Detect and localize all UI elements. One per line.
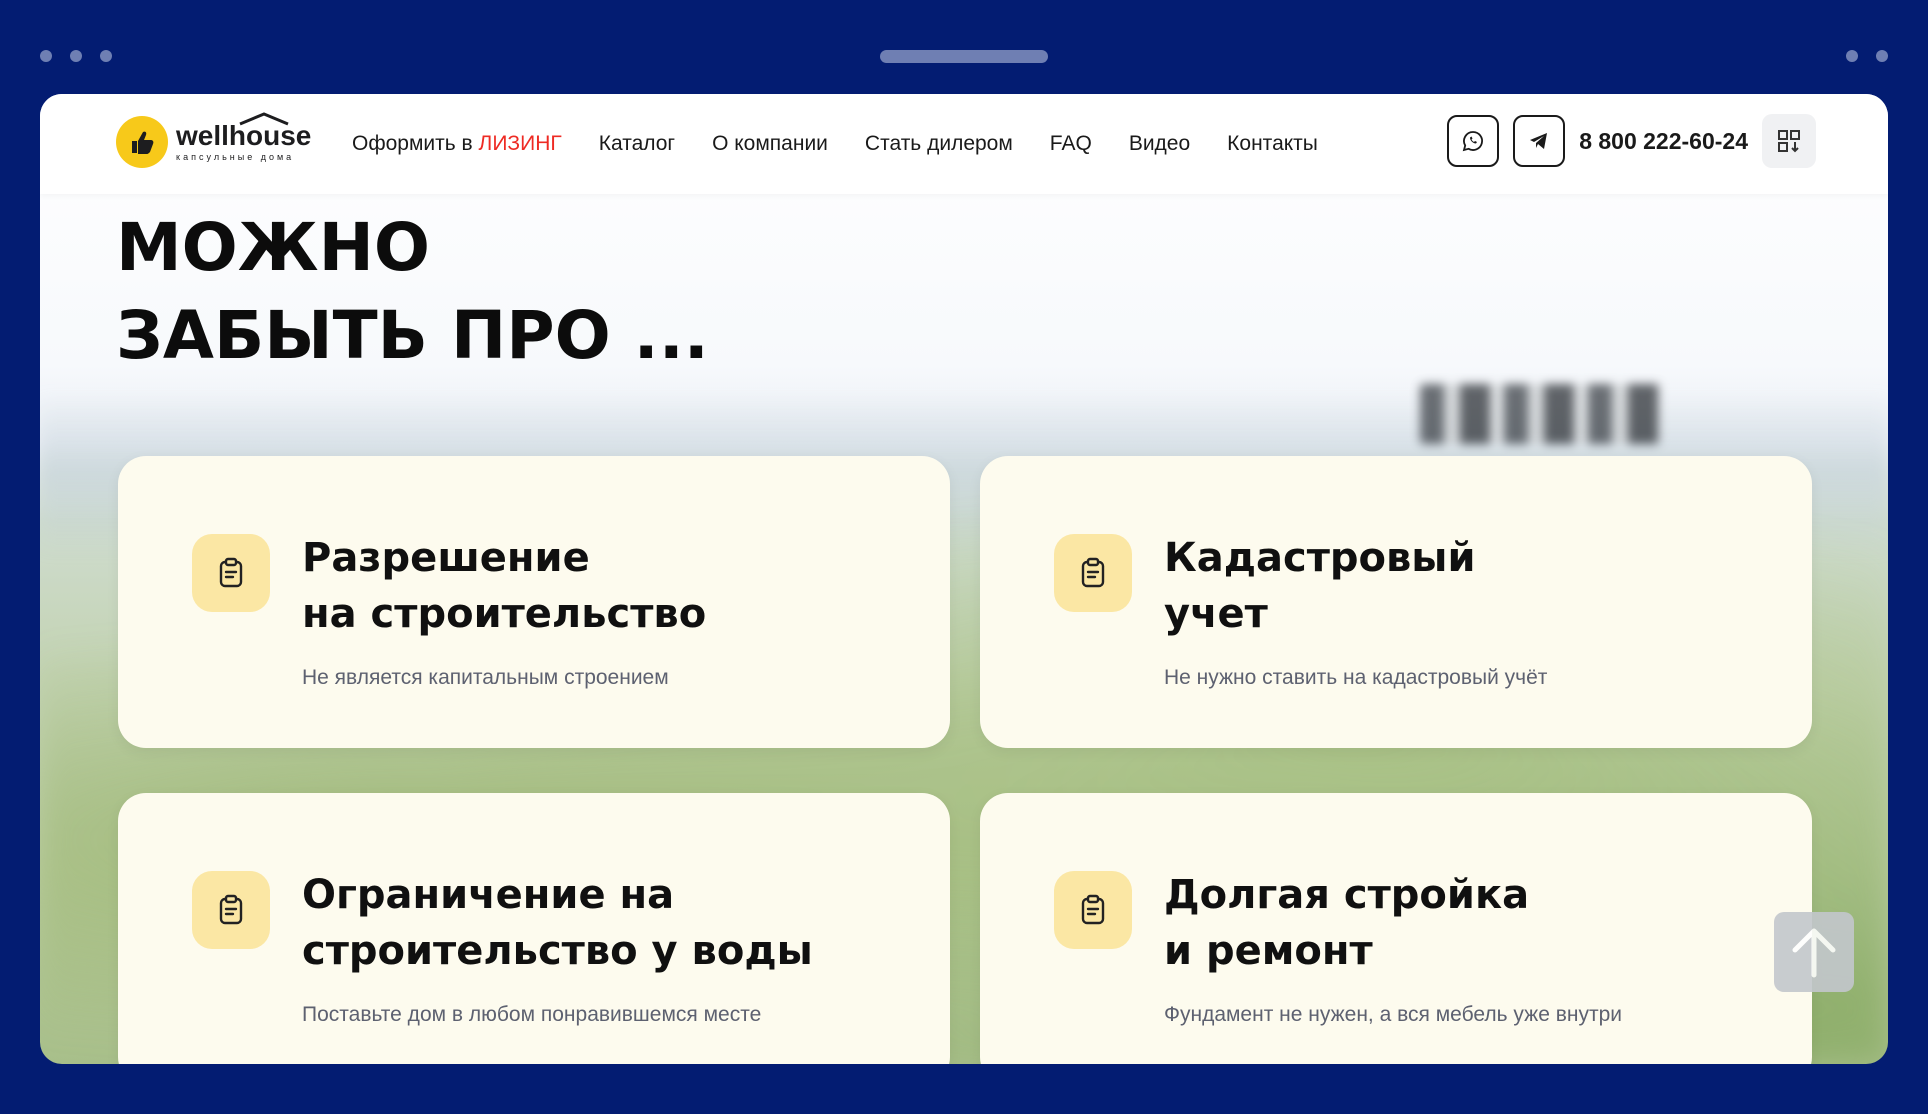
hero-line-2: ЗАБЫТЬ ПРО ...	[116, 297, 709, 374]
card-subtitle: Поставьте дом в любом понравившемся мест…	[302, 1003, 762, 1026]
nav-leasing-prefix: Оформить в	[352, 132, 473, 155]
address-bar	[880, 50, 1048, 63]
clipboard-icon	[192, 871, 270, 949]
clipboard-icon	[1054, 534, 1132, 612]
phone-number[interactable]: 8 800 222-60-24	[1579, 128, 1748, 155]
nav-catalog[interactable]: Каталог	[599, 132, 675, 156]
logo-subtitle: капсульные дома	[176, 152, 295, 162]
logo[interactable]: wellhouse капсульные дома	[116, 112, 311, 168]
browser-window: wellhouse капсульные дома Оформить в ЛИЗ…	[40, 94, 1888, 1064]
nav-faq[interactable]: FAQ	[1050, 132, 1092, 156]
roof-icon	[239, 112, 289, 126]
contact-block: 8 800 222-60-24	[1447, 114, 1816, 168]
telegram-icon	[1530, 133, 1548, 149]
hero-line-1: МОЖНО	[116, 209, 430, 286]
qr-code-button[interactable]	[1762, 114, 1816, 168]
card-subtitle: Фундамент не нужен, а вся мебель уже вну…	[1164, 1003, 1623, 1026]
thumbs-up-icon	[116, 116, 168, 168]
site-header: wellhouse капсульные дома Оформить в ЛИЗ…	[40, 94, 1888, 194]
arrow-up-icon	[1792, 928, 1836, 978]
window-dot	[40, 50, 52, 62]
clipboard-icon	[192, 534, 270, 612]
whatsapp-button[interactable]	[1447, 115, 1500, 167]
nav-leasing-accent: ЛИЗИНГ	[478, 132, 562, 155]
feature-card: Кадастровый учет Не нужно ставить на кад…	[980, 456, 1812, 748]
nav-dealer[interactable]: Стать дилером	[865, 132, 1013, 156]
nav-contacts[interactable]: Контакты	[1227, 132, 1318, 156]
window-controls-right	[1846, 50, 1888, 62]
qr-code-icon	[1778, 130, 1800, 153]
card-title: Ограничение на строительство у воды	[302, 872, 813, 974]
window-dot	[70, 50, 82, 62]
clipboard-icon	[1054, 871, 1132, 949]
window-dot	[100, 50, 112, 62]
main-nav: Оформить в ЛИЗИНГ Каталог О компании Ста…	[352, 94, 1355, 194]
card-title: Долгая стройка и ремонт	[1164, 872, 1530, 974]
nav-leasing[interactable]: Оформить в ЛИЗИНГ	[352, 132, 562, 156]
window-dot	[1876, 50, 1888, 62]
card-title: Разрешение на строительство	[302, 535, 707, 637]
card-subtitle: Не является капитальным строением	[302, 666, 669, 689]
card-subtitle: Не нужно ставить на кадастровый учёт	[1164, 666, 1548, 689]
feature-card: Разрешение на строительство Не является …	[118, 456, 950, 748]
window-controls-left	[40, 50, 112, 62]
telegram-button[interactable]	[1513, 115, 1566, 167]
feature-card: Ограничение на строительство у воды Пост…	[118, 793, 950, 1064]
whatsapp-icon	[1462, 131, 1484, 152]
hero-headline: МОЖНО ЗАБЫТЬ ПРО ...	[116, 204, 709, 380]
feature-card: Долгая стройка и ремонт Фундамент не нуж…	[980, 793, 1812, 1064]
card-title: Кадастровый учет	[1164, 535, 1476, 637]
window-dot	[1846, 50, 1858, 62]
nav-video[interactable]: Видео	[1129, 132, 1190, 156]
scroll-to-top-button[interactable]	[1774, 912, 1854, 992]
nav-about[interactable]: О компании	[712, 132, 828, 156]
